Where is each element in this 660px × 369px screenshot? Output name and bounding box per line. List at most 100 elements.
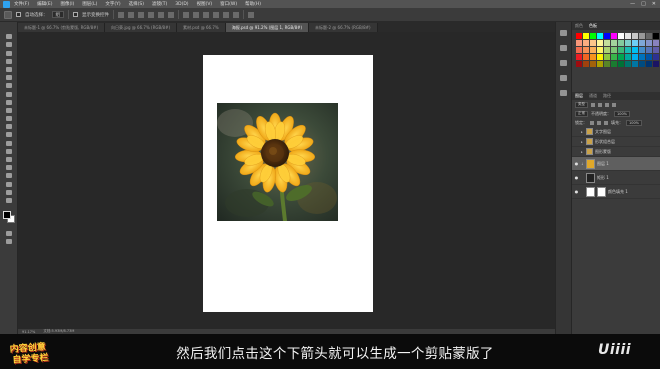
swatch[interactable] xyxy=(639,47,645,53)
distribute-hcenter-icon[interactable] xyxy=(223,11,229,18)
document-canvas[interactable] xyxy=(203,55,373,312)
swatch[interactable] xyxy=(597,40,603,46)
align-bottom-icon[interactable] xyxy=(138,11,144,18)
visibility-toggle[interactable] xyxy=(572,137,581,147)
swatch[interactable] xyxy=(576,54,582,60)
history-brush-tool-icon[interactable] xyxy=(4,107,14,114)
swatch[interactable] xyxy=(625,47,631,53)
swatch[interactable] xyxy=(618,33,624,39)
dodge-tool-icon[interactable] xyxy=(4,140,14,147)
eye-icon[interactable]: ● xyxy=(572,173,581,183)
swatch[interactable] xyxy=(618,40,624,46)
lock-pixels-icon[interactable] xyxy=(590,120,594,125)
close-button[interactable]: ✕ xyxy=(652,1,656,7)
swatch[interactable] xyxy=(590,33,596,39)
tab-color[interactable]: 颜色 xyxy=(575,23,583,29)
path-select-tool-icon[interactable] xyxy=(4,164,14,171)
swatch[interactable] xyxy=(576,40,582,46)
swatch[interactable] xyxy=(653,47,659,53)
move-tool-preset-icon[interactable] xyxy=(4,10,12,19)
swatch[interactable] xyxy=(611,61,617,67)
auto-select-checkbox[interactable] xyxy=(16,12,21,17)
swatch[interactable] xyxy=(618,47,624,53)
swatch[interactable] xyxy=(604,61,610,67)
swatch[interactable] xyxy=(653,54,659,60)
more-tools-icon[interactable] xyxy=(4,197,14,204)
swatch[interactable] xyxy=(583,54,589,60)
swatch[interactable] xyxy=(583,47,589,53)
swatch[interactable] xyxy=(597,47,603,53)
layer-row[interactable]: ● 矩形 1 xyxy=(572,171,660,185)
distribute-top-icon[interactable] xyxy=(183,11,189,18)
menu-type[interactable]: 文字(Y) xyxy=(105,1,120,7)
blur-tool-icon[interactable] xyxy=(4,131,14,138)
properties-panel-icon[interactable] xyxy=(559,43,569,52)
swatch[interactable] xyxy=(632,40,638,46)
move-tool-icon[interactable] xyxy=(4,33,14,40)
lock-position-icon[interactable] xyxy=(597,120,601,125)
quick-mask-icon[interactable] xyxy=(4,230,14,237)
filter-shape-icon[interactable] xyxy=(612,102,616,107)
quick-select-tool-icon[interactable] xyxy=(4,58,14,65)
swatch[interactable] xyxy=(618,61,624,67)
swatch[interactable] xyxy=(639,61,645,67)
character-panel-icon[interactable] xyxy=(559,73,569,82)
swatch[interactable] xyxy=(597,33,603,39)
menu-3d[interactable]: 3D(D) xyxy=(175,2,188,7)
swatch[interactable] xyxy=(576,61,582,67)
marquee-tool-icon[interactable] xyxy=(4,41,14,48)
swatch[interactable] xyxy=(604,40,610,46)
maximize-button[interactable]: □ xyxy=(641,1,646,7)
swatch[interactable] xyxy=(611,33,617,39)
filter-pixel-icon[interactable] xyxy=(591,102,595,107)
swatch[interactable] xyxy=(576,33,582,39)
tab-layers[interactable]: 图层 xyxy=(575,93,583,99)
menu-edit[interactable]: 编辑(E) xyxy=(37,1,52,7)
eraser-tool-icon[interactable] xyxy=(4,115,14,122)
layer-kind-filter[interactable]: 类型 xyxy=(575,101,588,108)
distribute-bottom-icon[interactable] xyxy=(203,11,209,18)
canvas-workspace[interactable] xyxy=(18,32,555,329)
swatch[interactable] xyxy=(583,61,589,67)
swatch[interactable] xyxy=(639,54,645,60)
swatch[interactable] xyxy=(583,33,589,39)
sunflower-photo[interactable] xyxy=(217,103,338,221)
document-tab-active[interactable]: 海报.psd @ 91.2% (图层 1, RGB/8#) xyxy=(225,23,310,32)
paragraph-panel-icon[interactable] xyxy=(559,88,569,97)
menu-file[interactable]: 文件(F) xyxy=(14,1,29,7)
swatch[interactable] xyxy=(625,61,631,67)
auto-select-target-dropdown[interactable]: 组 xyxy=(51,11,64,18)
swatch[interactable] xyxy=(611,54,617,60)
align-hcenter-icon[interactable] xyxy=(158,11,164,18)
menu-window[interactable]: 窗口(W) xyxy=(220,1,237,7)
layer-row-group[interactable]: ▸ 图形蒙版 xyxy=(572,147,660,157)
align-right-icon[interactable] xyxy=(168,11,174,18)
distribute-right-icon[interactable] xyxy=(233,11,239,18)
swatch[interactable] xyxy=(625,33,631,39)
pen-tool-icon[interactable] xyxy=(4,148,14,155)
filter-adjust-icon[interactable] xyxy=(598,102,602,107)
swatch-grid[interactable] xyxy=(572,30,660,70)
swatch[interactable] xyxy=(646,54,652,60)
crop-tool-icon[interactable] xyxy=(4,66,14,73)
distribute-vcenter-icon[interactable] xyxy=(193,11,199,18)
swatch[interactable] xyxy=(632,61,638,67)
menu-image[interactable]: 图像(I) xyxy=(60,1,74,7)
layer-row[interactable]: ● 颜色填充 1 xyxy=(572,185,660,199)
clone-stamp-tool-icon[interactable] xyxy=(4,99,14,106)
align-top-icon[interactable] xyxy=(118,11,124,18)
layer-row-group[interactable]: ▸ 文字图层 xyxy=(572,127,660,137)
menu-view[interactable]: 视图(V) xyxy=(197,1,213,7)
healing-brush-tool-icon[interactable] xyxy=(4,82,14,89)
minimize-button[interactable]: — xyxy=(630,1,635,7)
menu-filter[interactable]: 滤镜(T) xyxy=(152,1,167,7)
brush-tool-icon[interactable] xyxy=(4,91,14,98)
zoom-tool-icon[interactable] xyxy=(4,189,14,196)
swatch[interactable] xyxy=(590,54,596,60)
menu-select[interactable]: 选择(S) xyxy=(129,1,144,7)
visibility-toggle[interactable] xyxy=(572,127,581,137)
tab-paths[interactable]: 路径 xyxy=(603,93,611,99)
align-vcenter-icon[interactable] xyxy=(128,11,134,18)
document-tab[interactable]: 未标题-2 @ 66.7% (RGB/8#) xyxy=(309,23,378,32)
filter-type-icon[interactable] xyxy=(605,102,609,107)
